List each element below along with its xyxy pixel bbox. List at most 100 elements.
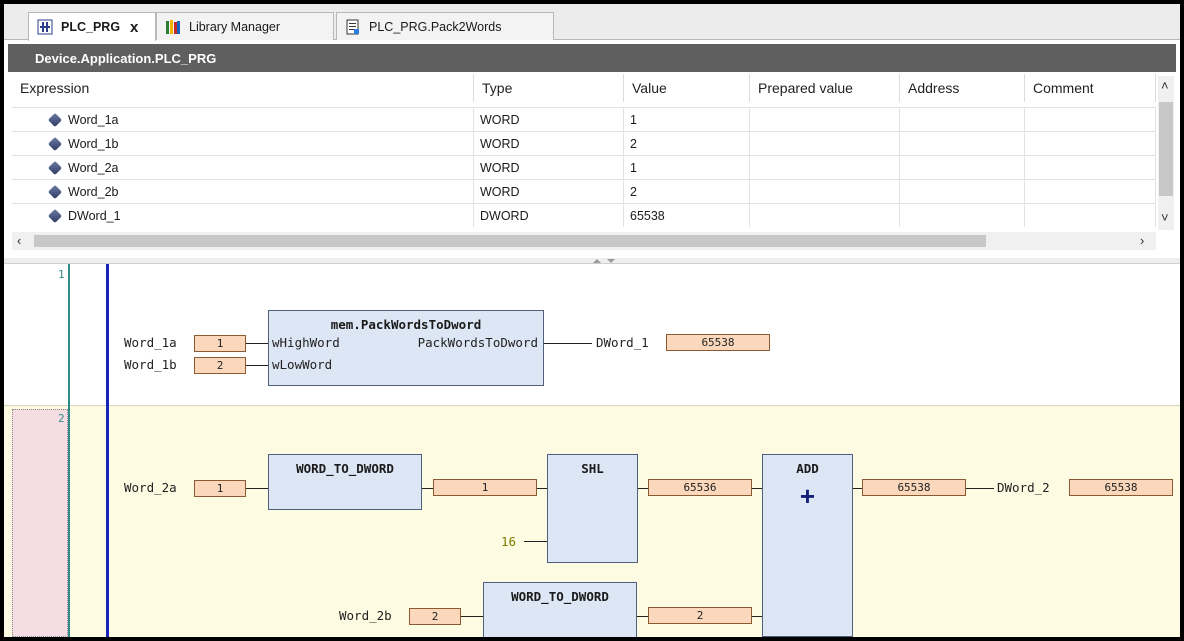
scroll-up-icon[interactable]: ˄ [1161,78,1169,93]
comment-cell [1025,156,1156,179]
input-variable-label[interactable]: Word_2a [124,480,177,495]
expression-cell: Word_1b [12,132,474,155]
connection-line [638,488,648,489]
block-name: SHL [581,461,604,476]
online-value-box[interactable]: 65538 [666,334,770,351]
comment-cell [1025,204,1156,227]
expression-text: Word_2a [68,160,119,175]
connection-line [246,343,268,344]
prepared-value-cell[interactable] [750,204,900,227]
tab-plc-prg[interactable]: PLC_PRG x [28,12,156,41]
block-name: ADD [796,461,819,476]
close-icon[interactable]: x [130,19,138,36]
input-variable-label[interactable]: Word_1a [124,335,177,350]
prepared-value-cell[interactable] [750,180,900,203]
prepared-value-cell[interactable] [750,156,900,179]
scroll-thumb[interactable] [1159,102,1173,196]
function-block-word-to-dword[interactable]: WORD_TO_DWORD [268,454,422,510]
expression-cell: Word_2b [12,180,474,203]
output-variable-label[interactable]: DWord_2 [997,480,1050,495]
expression-text: Word_1a [68,112,119,127]
network-marker-bar [68,264,70,637]
value-cell: 65538 [624,204,750,227]
online-value-box[interactable]: 2 [648,607,752,624]
tab-library-manager[interactable]: Library Manager [156,12,334,40]
column-header-type[interactable]: Type [474,74,624,102]
column-header-value[interactable]: Value [624,74,750,102]
online-value-box[interactable]: 1 [194,480,246,497]
prepared-value-cell[interactable] [750,108,900,131]
connection-line [461,616,483,617]
address-cell [900,156,1025,179]
connection-line [524,541,547,542]
function-block-packwordstodword[interactable]: mem.PackWordsToDword wHighWord wLowWord … [268,310,544,386]
address-cell [900,132,1025,155]
block-name: WORD_TO_DWORD [511,589,609,604]
variable-icon [47,112,63,127]
tab-bar: PLC_PRG x Library Manager PLC_PRG.Pack2W… [4,4,1180,41]
address-cell [900,108,1025,131]
connection-line [537,488,547,489]
window: PLC_PRG x Library Manager PLC_PRG.Pack2W… [4,4,1180,637]
scroll-left-icon[interactable]: ‹ [17,233,21,248]
online-value-box[interactable]: 65538 [1069,479,1173,496]
network-number: 1 [58,268,65,281]
type-cell: WORD [474,180,624,203]
input-variable-label[interactable]: Word_2b [339,608,392,623]
online-value-box[interactable]: 2 [409,608,461,625]
column-header-expression[interactable]: Expression [12,74,474,102]
table-row[interactable]: Word_2b WORD 2 [12,179,1156,203]
online-value-box[interactable]: 1 [194,335,246,352]
column-header-comment[interactable]: Comment [1025,74,1156,102]
variable-icon [47,136,63,151]
connection-line [637,616,648,617]
page-title: Device.Application.PLC_PRG [8,44,1176,72]
shift-constant[interactable]: 16 [501,534,516,549]
address-cell [900,180,1025,203]
type-cell: DWORD [474,204,624,227]
watch-table: Expression Type Value Prepared value Add… [12,74,1174,258]
vertical-scrollbar[interactable]: ˄ ˅ [1158,76,1174,230]
horizontal-scrollbar[interactable]: ‹ › [12,232,1156,250]
block-name: WORD_TO_DWORD [296,461,394,476]
prepared-value-cell[interactable] [750,132,900,155]
variable-icon [47,184,63,199]
online-value-box[interactable]: 1 [433,479,537,496]
pou-icon [37,19,53,35]
table-row[interactable]: Word_1b WORD 2 [12,131,1156,155]
connection-line [246,488,268,489]
function-block-add[interactable]: ADD + [762,454,853,637]
function-block-shl[interactable]: SHL [547,454,638,563]
variable-icon [47,208,63,223]
connection-line [966,488,994,489]
network-2-gutter[interactable] [12,409,68,637]
table-row[interactable]: Word_2a WORD 1 [12,155,1156,179]
column-header-address[interactable]: Address [900,74,1025,102]
expression-text: DWord_1 [68,208,121,223]
function-block-word-to-dword[interactable]: WORD_TO_DWORD [483,582,637,637]
tab-label: Library Manager [189,19,281,34]
tab-label: PLC_PRG [61,20,121,34]
online-value-box[interactable]: 2 [194,357,246,374]
comment-cell [1025,180,1156,203]
input-variable-label[interactable]: Word_1b [124,357,177,372]
column-header-prepared-value[interactable]: Prepared value [750,74,900,102]
input-pin-label: wHighWord [272,335,340,350]
fbd-editor[interactable]: 1 2 Word_1a 1 Word_1b 2 mem.PackWordsToD… [4,264,1180,637]
address-cell [900,204,1025,227]
scroll-thumb[interactable] [34,235,986,247]
online-value-box[interactable]: 65538 [862,479,966,496]
tab-plc-prg-pack2words[interactable]: PLC_PRG.Pack2Words [336,12,554,40]
type-cell: WORD [474,156,624,179]
scroll-down-icon[interactable]: ˅ [1161,210,1169,225]
library-books-icon [166,19,180,34]
value-cell: 1 [624,156,750,179]
scroll-right-icon[interactable]: › [1140,233,1144,248]
table-row[interactable]: Word_1a WORD 1 [12,107,1156,131]
connection-line [752,616,762,617]
online-value-box[interactable]: 65536 [648,479,752,496]
output-variable-label[interactable]: DWord_1 [596,335,649,350]
connection-line [752,488,762,489]
table-row[interactable]: DWord_1 DWORD 65538 [12,203,1156,229]
input-pin-label: wLowWord [272,357,333,372]
